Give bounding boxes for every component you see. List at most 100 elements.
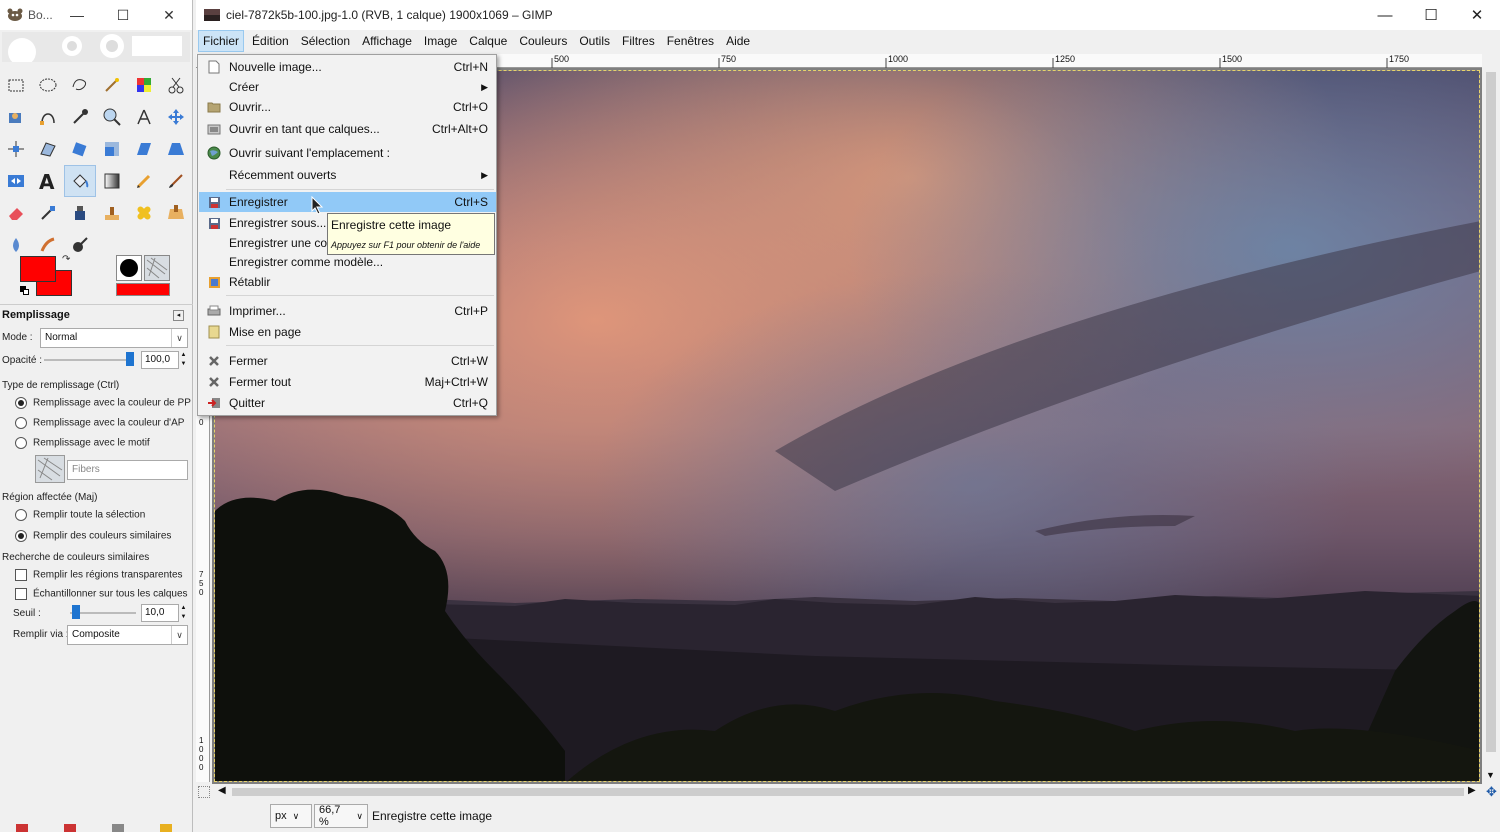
rotate-tool-icon[interactable]: [64, 133, 96, 165]
minimize-button[interactable]: —: [54, 0, 100, 30]
menu-item-quitter[interactable]: Quitter Ctrl+Q: [199, 393, 496, 413]
close-button[interactable]: ✕: [1454, 0, 1500, 30]
perspective-tool-icon[interactable]: [160, 133, 192, 165]
flip-tool-icon[interactable]: [0, 165, 32, 197]
navigate-icon[interactable]: [198, 786, 210, 798]
menu-item-ouvrir-emplacement[interactable]: Ouvrir suivant l'emplacement :: [199, 143, 496, 163]
sample-merged-checkbox[interactable]: Échantillonner sur tous les calques: [15, 588, 188, 600]
zoom-select[interactable]: 66,7 % ∨: [314, 804, 368, 828]
horizontal-scroll-thumb[interactable]: [232, 788, 1464, 796]
align-tool-icon[interactable]: [0, 133, 32, 165]
menu-item-imprimer[interactable]: Imprimer... Ctrl+P: [199, 301, 496, 321]
fuzzy-select-tool-icon[interactable]: [96, 69, 128, 101]
fill-by-select[interactable]: Composite ∨: [67, 625, 188, 645]
rect-select-tool-icon[interactable]: [0, 69, 32, 101]
select-by-color-tool-icon[interactable]: [128, 69, 160, 101]
transform-tool-icon[interactable]: [32, 133, 64, 165]
bucket-fill-tool-icon[interactable]: [64, 165, 96, 197]
restore-options-icon[interactable]: [64, 824, 76, 832]
menu-image[interactable]: Image: [420, 31, 461, 51]
menu-item-enregistrer-modele[interactable]: Enregistrer comme modèle...: [199, 252, 496, 272]
blend-tool-icon[interactable]: [96, 165, 128, 197]
pencil-tool-icon[interactable]: [128, 165, 160, 197]
reset-options-icon[interactable]: [160, 824, 172, 832]
menu-item-fermer-tout[interactable]: Fermer tout Maj+Ctrl+W: [199, 372, 496, 392]
navigation-move-icon[interactable]: ✥: [1486, 784, 1497, 800]
menu-item-fermer[interactable]: Fermer Ctrl+W: [199, 351, 496, 371]
airbrush-tool-icon[interactable]: [32, 197, 64, 229]
ellipse-select-tool-icon[interactable]: [32, 69, 64, 101]
menu-outils[interactable]: Outils: [575, 31, 614, 51]
threshold-spin[interactable]: 10,0: [141, 604, 179, 622]
scroll-down-arrow-icon[interactable]: ▼: [1486, 770, 1495, 780]
transparent-checkbox[interactable]: Remplir les régions transparentes: [15, 569, 183, 581]
delete-options-icon[interactable]: [112, 824, 124, 832]
region-selection-option[interactable]: Remplir toute la sélection: [15, 509, 145, 521]
menu-fichier[interactable]: Fichier: [198, 30, 245, 52]
menu-item-mise-en-page[interactable]: Mise en page: [199, 322, 496, 342]
menu-item-ouvrir-calques[interactable]: Ouvrir en tant que calques... Ctrl+Alt+O: [199, 119, 496, 139]
vertical-scrollbar[interactable]: ▼: [1484, 54, 1500, 784]
foreground-select-tool-icon[interactable]: [0, 101, 32, 133]
menu-aide[interactable]: Aide: [722, 31, 754, 51]
scale-tool-icon[interactable]: [96, 133, 128, 165]
menu-fenetres[interactable]: Fenêtres: [663, 31, 718, 51]
perspective-clone-tool-icon[interactable]: [160, 197, 192, 229]
fill-type-fg-option[interactable]: Remplissage avec la couleur de PP: [15, 397, 191, 409]
ink-tool-icon[interactable]: [64, 197, 96, 229]
opacity-slider-track[interactable]: [44, 359, 132, 361]
zoom-tool-icon[interactable]: [96, 101, 128, 133]
threshold-spin-arrows-icon[interactable]: ▲ ▼: [179, 604, 188, 622]
measure-tool-icon[interactable]: [128, 101, 160, 133]
heal-tool-icon[interactable]: [128, 197, 160, 229]
swap-colors-icon[interactable]: ↷: [62, 254, 70, 265]
menu-couleurs[interactable]: Couleurs: [515, 31, 571, 51]
vertical-scroll-thumb[interactable]: [1486, 72, 1496, 752]
maximize-button[interactable]: ☐: [100, 0, 146, 30]
minimize-button[interactable]: —: [1362, 0, 1408, 30]
menu-item-creer[interactable]: Créer ▶: [199, 77, 496, 97]
free-select-tool-icon[interactable]: [64, 69, 96, 101]
color-picker-tool-icon[interactable]: [64, 101, 96, 133]
fg-color-swatch[interactable]: [20, 256, 56, 282]
unit-select[interactable]: px ∨: [270, 804, 312, 828]
horizontal-scrollbar[interactable]: ◀ ▶ ✥: [196, 784, 1500, 800]
menu-selection[interactable]: Sélection: [297, 31, 354, 51]
menu-item-recemment-ouverts[interactable]: Récemment ouverts ▶: [199, 165, 496, 185]
shear-tool-icon[interactable]: [128, 133, 160, 165]
mode-select[interactable]: Normal ∨: [40, 328, 188, 348]
menu-item-retablir[interactable]: Rétablir: [199, 272, 496, 292]
save-options-icon[interactable]: [16, 824, 28, 832]
maximize-button[interactable]: ☐: [1408, 0, 1454, 30]
menu-item-enregistrer[interactable]: Enregistrer Ctrl+S: [199, 192, 496, 212]
move-tool-icon[interactable]: [160, 101, 192, 133]
fill-type-pattern-option[interactable]: Remplissage avec le motif: [15, 437, 150, 449]
scroll-right-arrow-icon[interactable]: ▶: [1468, 785, 1476, 796]
paths-tool-icon[interactable]: [32, 101, 64, 133]
clone-tool-icon[interactable]: [96, 197, 128, 229]
text-tool-icon[interactable]: A: [32, 165, 64, 197]
brush-preview[interactable]: [116, 255, 142, 281]
menu-edition[interactable]: Édition: [248, 31, 293, 51]
wilber-drop-zone[interactable]: [2, 32, 190, 62]
menu-calque[interactable]: Calque: [465, 31, 511, 51]
opacity-spin-arrows-icon[interactable]: ▲ ▼: [179, 351, 188, 369]
menu-item-nouvelle-image[interactable]: Nouvelle image... Ctrl+N: [199, 57, 496, 77]
paintbrush-tool-icon[interactable]: [160, 165, 192, 197]
menu-item-ouvrir[interactable]: Ouvrir... Ctrl+O: [199, 97, 496, 117]
fill-type-bg-option[interactable]: Remplissage avec la couleur d'AP: [15, 417, 184, 429]
threshold-slider-thumb[interactable]: [72, 605, 80, 619]
panel-menu-icon[interactable]: ◂: [173, 310, 184, 321]
pattern-button[interactable]: [35, 455, 65, 483]
eraser-tool-icon[interactable]: [0, 197, 32, 229]
menu-affichage[interactable]: Affichage: [358, 31, 416, 51]
menu-filtres[interactable]: Filtres: [618, 31, 659, 51]
default-colors-icon[interactable]: [20, 286, 30, 296]
pattern-preview[interactable]: [144, 255, 170, 281]
opacity-spin[interactable]: 100,0: [141, 351, 179, 369]
close-button[interactable]: ✕: [146, 0, 192, 30]
opacity-slider-thumb[interactable]: [126, 352, 134, 366]
pattern-name-field[interactable]: Fibers: [67, 460, 188, 480]
region-similar-option[interactable]: Remplir des couleurs similaires: [15, 530, 171, 542]
scroll-left-arrow-icon[interactable]: ◀: [218, 785, 226, 796]
